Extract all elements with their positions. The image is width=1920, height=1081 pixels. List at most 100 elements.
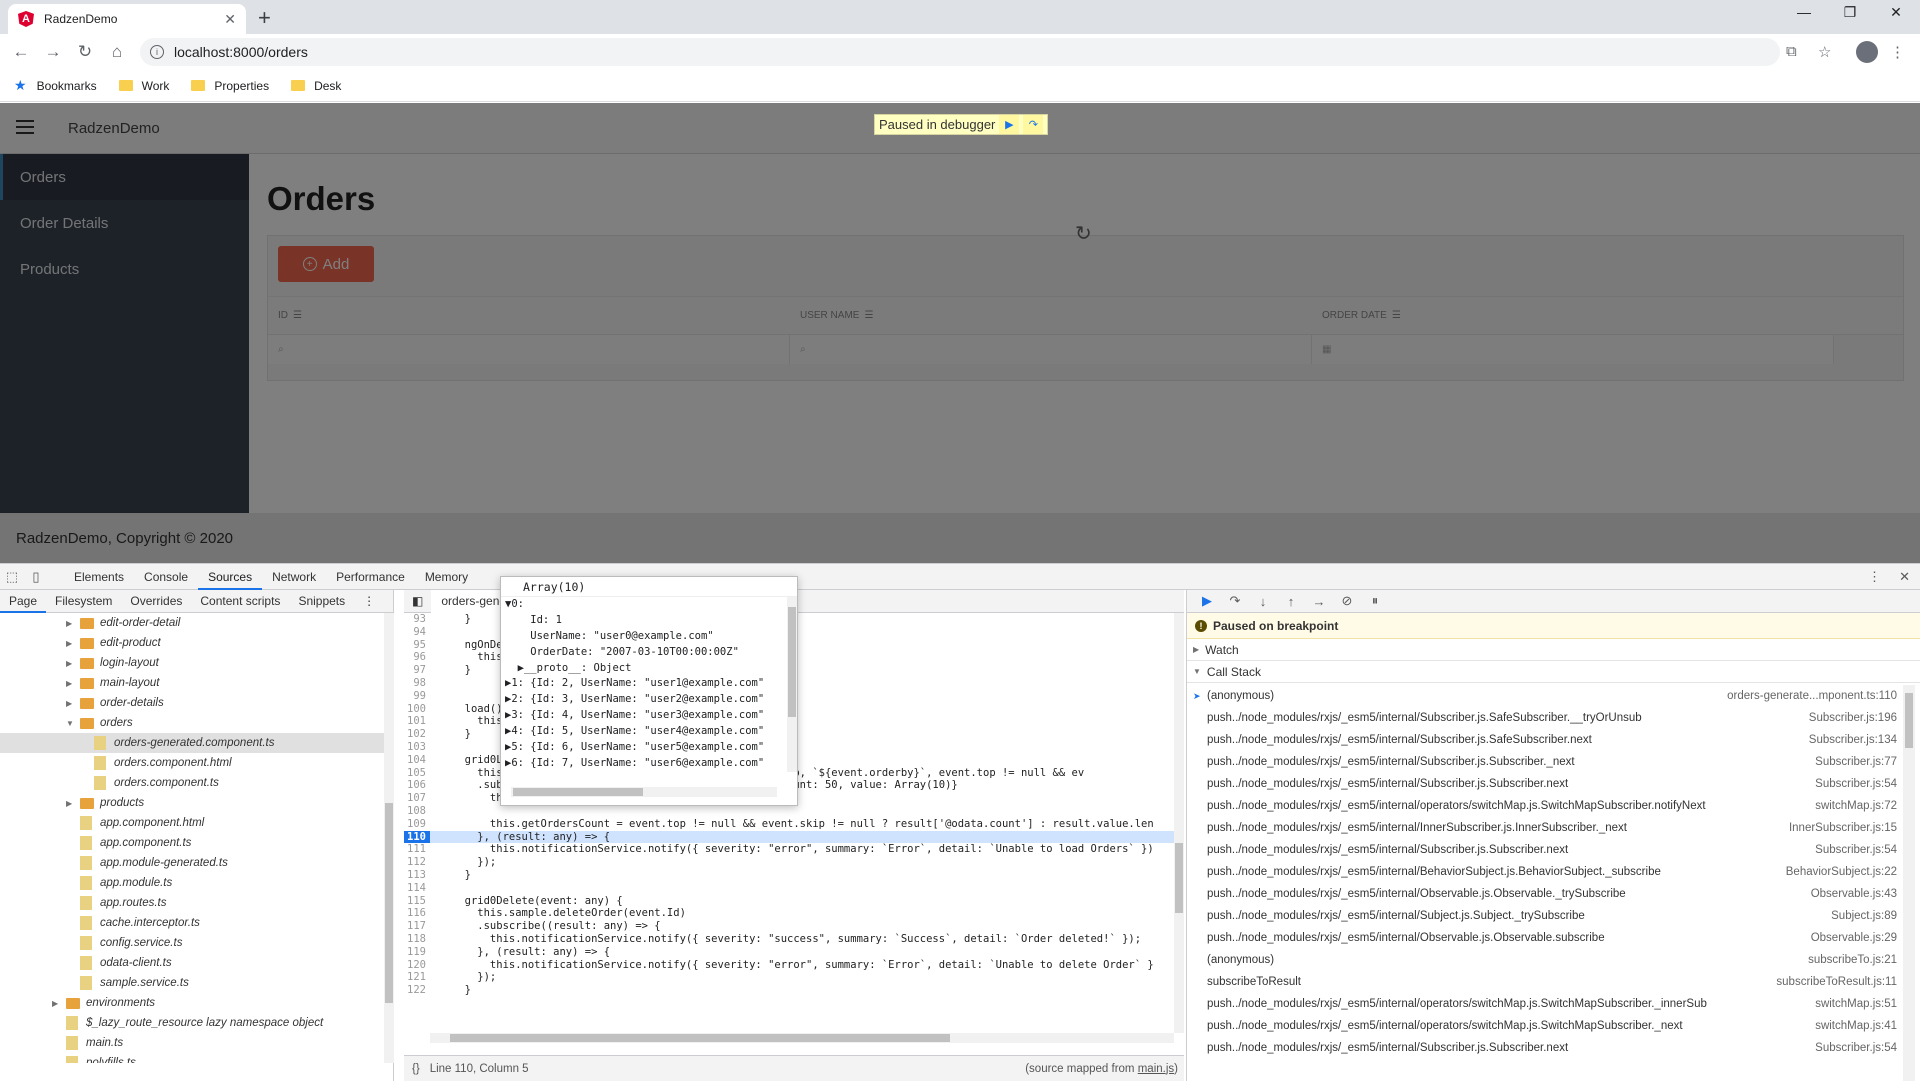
line-number[interactable]: 113 <box>404 869 430 882</box>
line-number[interactable]: 118 <box>404 933 430 946</box>
line-number[interactable]: 116 <box>404 907 430 920</box>
tree-item[interactable]: ▶main-layout <box>0 673 384 693</box>
code-line[interactable]: 113 } <box>404 869 1174 882</box>
code-line[interactable]: 110 }, (result: any) => { <box>404 831 1174 844</box>
call-frame[interactable]: push../node_modules/rxjs/_esm5/internal/… <box>1187 707 1903 729</box>
back-icon[interactable]: ← <box>10 42 32 62</box>
tab-console[interactable]: Console <box>134 564 198 590</box>
popover-line[interactable]: ▶1: {Id: 2, UserName: "user1@example.com… <box>501 676 787 692</box>
line-number[interactable]: 110 <box>404 831 430 844</box>
tab-content-scripts[interactable]: Content scripts <box>191 590 289 613</box>
tree-item[interactable]: orders.component.html <box>0 753 384 773</box>
frame-location[interactable]: switchMap.js:72 <box>1815 800 1903 812</box>
line-number[interactable]: 105 <box>404 767 430 780</box>
line-number[interactable]: 117 <box>404 920 430 933</box>
order-date-filter-input[interactable]: ▦ <box>1312 335 1834 364</box>
expand-icon[interactable]: ▶ <box>66 699 76 708</box>
call-stack-section[interactable]: ▼Call Stack <box>1187 661 1920 683</box>
tree-item[interactable]: ▶edit-product <box>0 633 384 653</box>
browser-tab[interactable]: A RadzenDemo ✕ <box>8 4 246 34</box>
line-number[interactable]: 114 <box>404 882 430 895</box>
call-frame[interactable]: push../node_modules/rxjs/_esm5/internal/… <box>1187 817 1903 839</box>
line-number[interactable]: 93 <box>404 613 430 626</box>
sidebar-item-orders[interactable]: Orders <box>0 154 249 200</box>
menu-dots-icon[interactable]: ⋮ <box>1890 43 1905 61</box>
user-name-filter-input[interactable]: ⌕ <box>790 335 1312 364</box>
column-user-name[interactable]: USER NAME☰ <box>790 297 1312 334</box>
line-number[interactable]: 102 <box>404 728 430 741</box>
translate-icon[interactable]: ⧉ <box>1786 43 1797 60</box>
tree-item[interactable]: orders.component.ts <box>0 773 384 793</box>
popover-scrollbar[interactable] <box>787 597 797 772</box>
hamburger-menu-icon[interactable] <box>16 120 34 134</box>
frame-location[interactable]: subscribeToResult.js:11 <box>1776 976 1903 988</box>
tree-item[interactable]: ▶environments <box>0 993 384 1013</box>
popover-line[interactable]: ▶2: {Id: 3, UserName: "user2@example.com… <box>501 692 787 708</box>
frame-location[interactable]: InnerSubscriber.js:15 <box>1789 822 1903 834</box>
call-frame[interactable]: push../node_modules/rxjs/_esm5/internal/… <box>1187 861 1903 883</box>
line-number[interactable]: 121 <box>404 971 430 984</box>
tree-item[interactable]: polyfills.ts <box>0 1053 384 1063</box>
expand-icon[interactable]: ▶ <box>66 639 76 648</box>
add-button[interactable]: + Add <box>278 246 374 282</box>
sort-icon[interactable]: ☰ <box>864 310 873 321</box>
code-line[interactable]: 108 <box>404 805 1174 818</box>
source-map-link[interactable]: main.js <box>1138 1063 1174 1075</box>
call-frame[interactable]: push../node_modules/rxjs/_esm5/internal/… <box>1187 839 1903 861</box>
call-frame[interactable]: push../node_modules/rxjs/_esm5/internal/… <box>1187 1037 1903 1059</box>
call-frame[interactable]: push../node_modules/rxjs/_esm5/internal/… <box>1187 905 1903 927</box>
tree-item[interactable]: ▼orders <box>0 713 384 733</box>
column-order-date[interactable]: ORDER DATE☰ <box>1312 297 1834 334</box>
call-frame[interactable]: push../node_modules/rxjs/_esm5/internal/… <box>1187 773 1903 795</box>
tab-snippets[interactable]: Snippets <box>289 590 354 613</box>
call-frame[interactable]: (anonymous)subscribeTo.js:21 <box>1187 949 1903 971</box>
resume-icon[interactable]: ▶ <box>999 115 1019 134</box>
line-number[interactable]: 104 <box>404 754 430 767</box>
line-number[interactable]: 111 <box>404 843 430 856</box>
code-line[interactable]: 121 }); <box>404 971 1174 984</box>
frame-location[interactable]: Subscriber.js:54 <box>1815 1042 1903 1054</box>
devtools-menu-icon[interactable]: ⋮ <box>1868 569 1881 584</box>
info-icon[interactable]: i <box>150 45 164 59</box>
popover-horizontal-scrollbar[interactable] <box>511 787 777 797</box>
line-number[interactable]: 100 <box>404 703 430 716</box>
bookmark-item[interactable]: Properties <box>191 79 269 93</box>
avatar[interactable] <box>1856 41 1878 63</box>
tree-item[interactable]: app.component.html <box>0 813 384 833</box>
code-line[interactable]: 114 <box>404 882 1174 895</box>
forward-icon[interactable]: → <box>42 42 64 62</box>
popover-line[interactable]: ▶5: {Id: 6, UserName: "user5@example.com… <box>501 740 787 756</box>
code-line[interactable]: 115 grid0Delete(event: any) { <box>404 895 1174 908</box>
tab-filesystem[interactable]: Filesystem <box>46 590 121 613</box>
expand-icon[interactable]: ▶ <box>66 799 76 808</box>
frame-location[interactable]: Subscriber.js:54 <box>1815 844 1903 856</box>
code-line[interactable]: 116 this.sample.deleteOrder(event.Id) <box>404 907 1174 920</box>
home-icon[interactable]: ⌂ <box>106 42 128 62</box>
line-number[interactable]: 122 <box>404 984 430 997</box>
pretty-print-icon[interactable]: {} <box>404 1063 430 1075</box>
pause-on-exceptions-icon[interactable]: ⏸ <box>1361 593 1389 609</box>
tree-item[interactable]: ▶login-layout <box>0 653 384 673</box>
column-id[interactable]: ID☰ <box>268 297 790 334</box>
bookmark-star-icon[interactable]: ☆ <box>1818 43 1831 61</box>
new-tab-icon[interactable]: + <box>258 5 271 31</box>
code-line[interactable]: 120 this.notificationService.notify({ se… <box>404 959 1174 972</box>
tab-overrides[interactable]: Overrides <box>121 590 191 613</box>
id-filter-input[interactable]: ⌕ <box>268 335 790 364</box>
line-number[interactable]: 99 <box>404 690 430 703</box>
popover-line[interactable]: OrderDate: "2007-03-10T00:00:00Z" <box>501 645 787 661</box>
tree-item[interactable]: orders-generated.component.ts <box>0 733 384 753</box>
deactivate-breakpoints-icon[interactable]: ⊘ <box>1333 593 1361 609</box>
call-frame[interactable]: push../node_modules/rxjs/_esm5/internal/… <box>1187 993 1903 1015</box>
device-toolbar-icon[interactable]: ▯ <box>24 569 48 585</box>
tree-item[interactable]: ▶products <box>0 793 384 813</box>
step-over-icon[interactable]: ↷ <box>1023 115 1043 134</box>
line-number[interactable]: 101 <box>404 715 430 728</box>
address-bar[interactable]: i localhost:8000/orders <box>140 38 1780 66</box>
call-frame[interactable]: subscribeToResultsubscribeToResult.js:11 <box>1187 971 1903 993</box>
line-number[interactable]: 96 <box>404 651 430 664</box>
line-number[interactable]: 106 <box>404 779 430 792</box>
line-number[interactable]: 115 <box>404 895 430 908</box>
expand-icon[interactable]: ▶ <box>66 619 76 628</box>
expand-icon[interactable]: ▶ <box>66 679 76 688</box>
